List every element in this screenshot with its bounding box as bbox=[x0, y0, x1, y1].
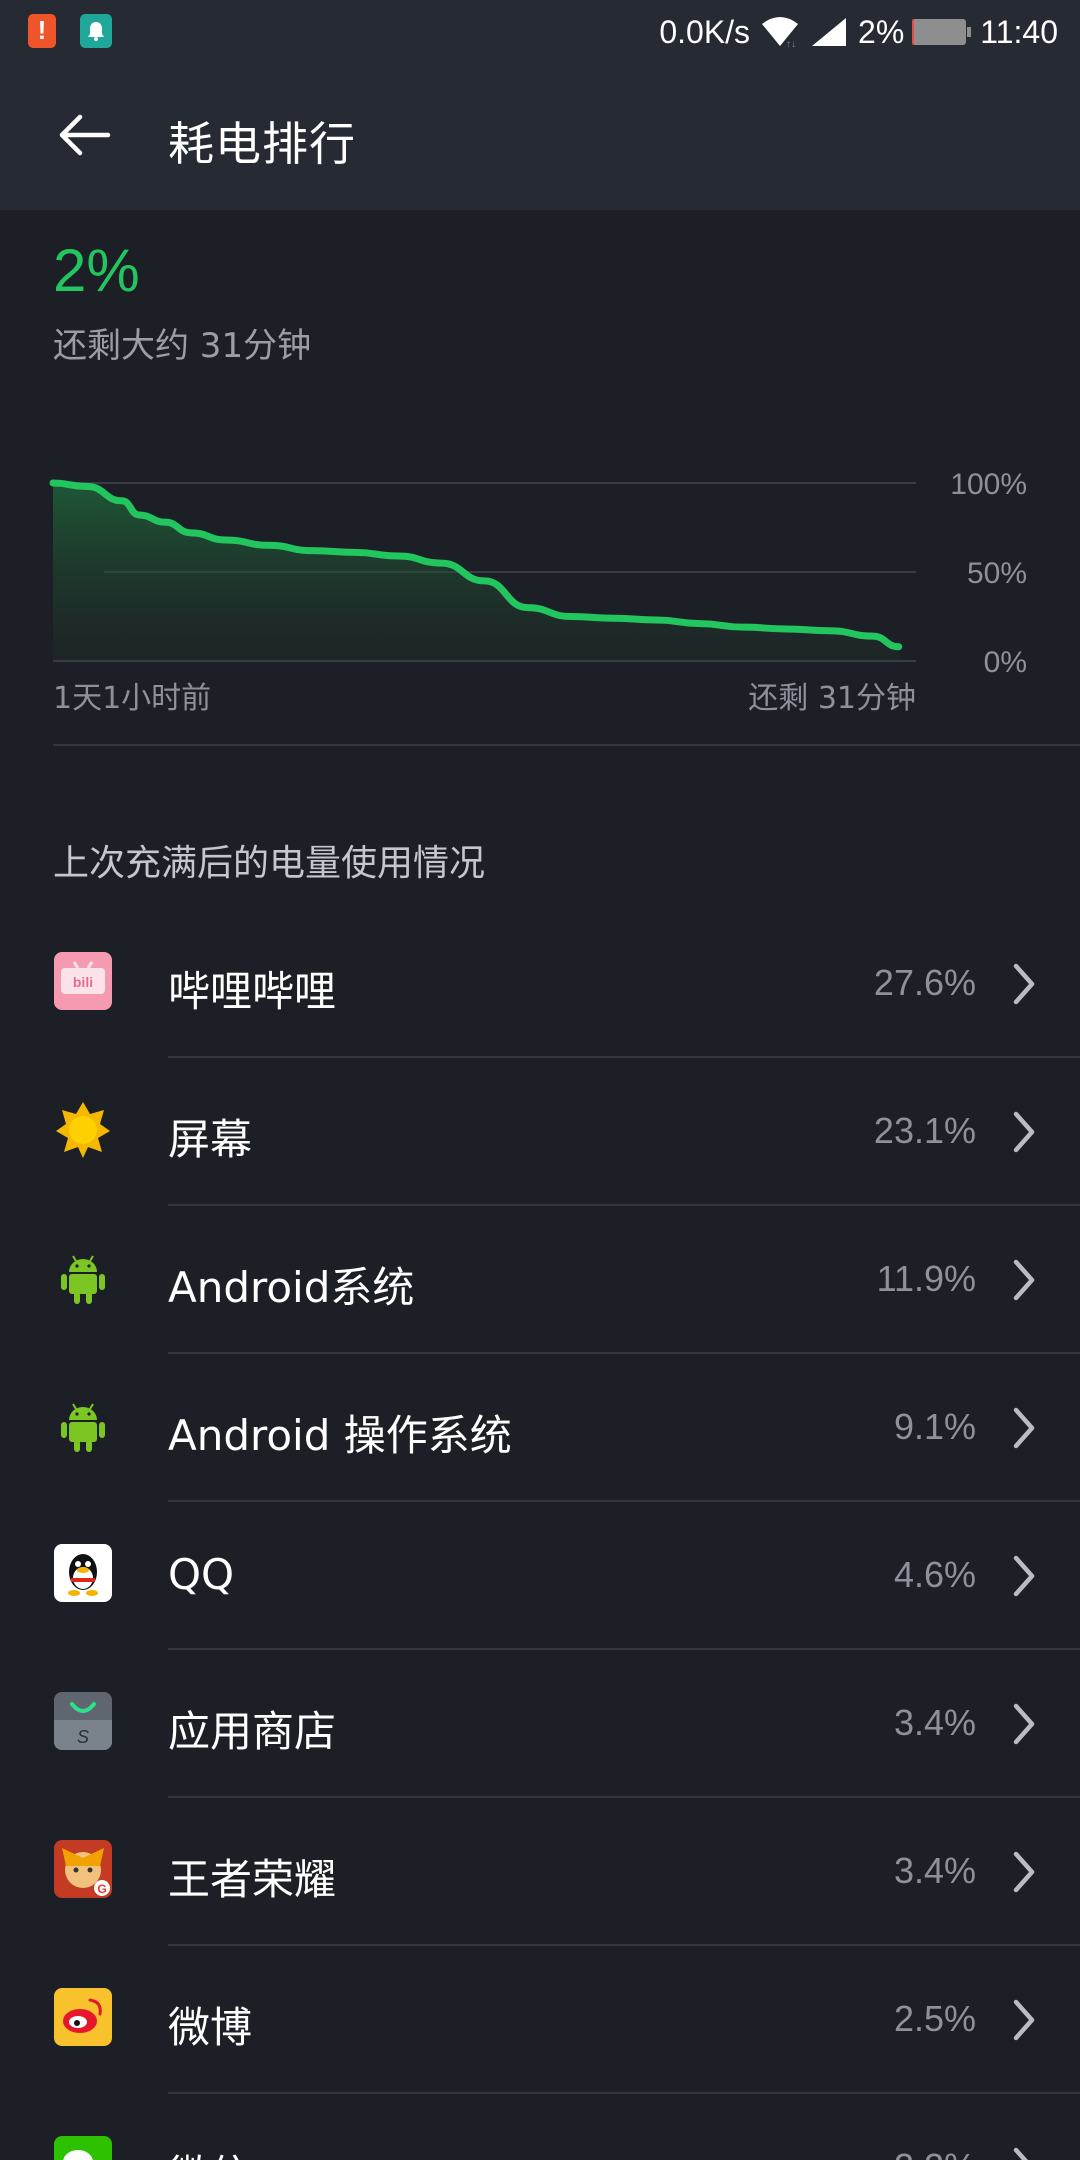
remaining-time: 还剩大约 31分钟 bbox=[53, 326, 312, 366]
x-axis-end-label: 还剩 31分钟 bbox=[748, 681, 916, 716]
bilibili-icon: bili bbox=[54, 952, 112, 1010]
chevron-right-icon bbox=[1013, 1259, 1035, 1301]
usage-item-name: 微信 bbox=[168, 2142, 252, 2160]
wechat-icon bbox=[54, 2136, 112, 2160]
wifi-icon: ↑↓ bbox=[760, 16, 800, 48]
usage-item-value: 2.5% bbox=[893, 1998, 976, 2039]
page-title: 耗电排行 bbox=[168, 117, 356, 171]
usage-item-value: 9.1% bbox=[893, 1406, 976, 1447]
usage-item-name: Android系统 bbox=[168, 1263, 415, 1312]
sun-icon bbox=[54, 1100, 112, 1158]
usage-item-value: 11.9% bbox=[876, 1258, 976, 1299]
chart-divider bbox=[53, 744, 1080, 746]
status-right: 0.0K/s ↑↓ 2% 11:40 bbox=[649, 0, 1058, 64]
svg-text:bili: bili bbox=[73, 974, 93, 990]
usage-item-name: 微博 bbox=[168, 2003, 253, 2052]
network-speed: 0.0K/s bbox=[659, 13, 751, 50]
battery-percent-large: 2% bbox=[53, 237, 140, 304]
chevron-right-icon bbox=[1013, 1111, 1035, 1153]
alert-icon bbox=[28, 14, 56, 48]
usage-item-value: 3.4% bbox=[893, 1702, 976, 1743]
svg-text:G: G bbox=[97, 1882, 106, 1896]
y-tick-label: 50% bbox=[967, 557, 1027, 590]
chevron-right-icon bbox=[1013, 1999, 1035, 2041]
qq-icon bbox=[54, 1544, 112, 1602]
usage-item-name: Android 操作系统 bbox=[168, 1411, 512, 1460]
usage-item[interactable]: S 应用商店 3.4% bbox=[0, 1650, 1080, 1798]
usage-item-value: 27.6% bbox=[873, 962, 976, 1003]
usage-list: bili 哔哩哔哩 27.6% 屏幕 23.1% Android系统 11.9% Androi… bbox=[0, 910, 1080, 2160]
x-axis-start-label: 1天1小时前 bbox=[53, 681, 211, 716]
battery-chart: 100% 50% 0% 1天1小时前 还剩 31分钟 bbox=[49, 468, 1027, 716]
usage-item[interactable]: 微博 2.5% bbox=[0, 1946, 1080, 2094]
game-icon: G bbox=[54, 1840, 112, 1898]
usage-item-value: 2.2% bbox=[894, 2146, 976, 2160]
usage-item-value: 3.4% bbox=[893, 1850, 976, 1891]
android-icon bbox=[54, 1396, 112, 1454]
usage-item-name: 屏幕 bbox=[168, 1115, 253, 1164]
clock: 11:40 bbox=[980, 13, 1058, 50]
app-store-icon: S bbox=[54, 1692, 112, 1750]
usage-item[interactable]: Android系统 11.9% bbox=[0, 1206, 1080, 1354]
usage-item-name: 哔哩哔哩 bbox=[168, 967, 337, 1016]
battery-percent: 2% bbox=[858, 13, 905, 50]
chevron-right-icon bbox=[1013, 1555, 1035, 1597]
bell-icon bbox=[80, 14, 112, 48]
android-icon bbox=[54, 1248, 112, 1306]
usage-item[interactable]: bili 哔哩哔哩 27.6% bbox=[0, 910, 1080, 1058]
chevron-right-icon bbox=[1013, 963, 1035, 1005]
usage-item-name: 王者荣耀 bbox=[168, 1855, 337, 1904]
arrow-left-icon[interactable] bbox=[56, 111, 112, 159]
signal-icon bbox=[810, 16, 848, 48]
app-bar: 耗电排行 bbox=[0, 64, 1080, 210]
section-title: 上次充满后的电量使用情况 bbox=[53, 843, 486, 884]
chevron-right-icon bbox=[1013, 1703, 1035, 1745]
battery-icon bbox=[912, 19, 972, 45]
usage-item[interactable]: 屏幕 23.1% bbox=[0, 1058, 1080, 1206]
usage-item-value: 4.6% bbox=[893, 1554, 976, 1595]
usage-item-name: QQ bbox=[168, 1550, 235, 1599]
status-bar: 0.0K/s ↑↓ 2% 11:40 bbox=[0, 0, 1080, 64]
chevron-right-icon bbox=[1013, 1407, 1035, 1449]
weibo-icon bbox=[54, 1988, 112, 2046]
usage-item-name: 应用商店 bbox=[168, 1707, 337, 1756]
svg-text:S: S bbox=[77, 1727, 89, 1747]
usage-item-value: 23.1% bbox=[873, 1110, 976, 1151]
usage-item[interactable]: QQ 4.6% bbox=[0, 1502, 1080, 1650]
chevron-right-icon bbox=[1013, 1851, 1035, 1893]
svg-text:↑↓: ↑↓ bbox=[786, 39, 796, 48]
usage-item[interactable]: G 王者荣耀 3.4% bbox=[0, 1798, 1080, 1946]
usage-item[interactable]: Android 操作系统 9.1% bbox=[0, 1354, 1080, 1502]
usage-item[interactable]: 微信 2.2% bbox=[0, 2094, 1080, 2160]
y-tick-label: 100% bbox=[950, 468, 1027, 501]
y-tick-label: 0% bbox=[984, 646, 1027, 679]
chevron-right-icon bbox=[1013, 2147, 1028, 2160]
